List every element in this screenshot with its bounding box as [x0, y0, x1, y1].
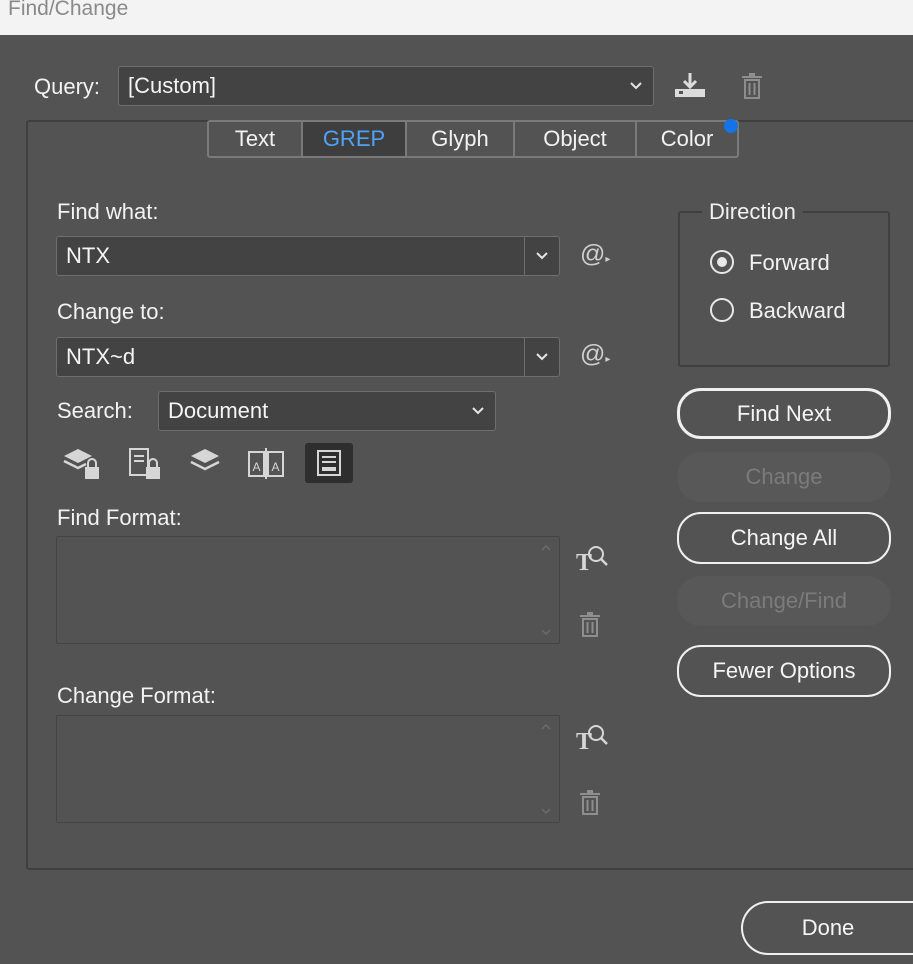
forward-label[interactable]: Forward [749, 250, 830, 276]
search-label: Search: [57, 398, 133, 423]
include-locked-stories-icon[interactable] [126, 446, 166, 482]
change-format-label: Change Format: [57, 683, 216, 708]
tab-bar: Text GREP Glyph Object Color [207, 120, 739, 158]
find-what-history-button[interactable] [524, 237, 559, 275]
query-value: [Custom] [128, 73, 217, 98]
find-format-label: Find Format: [57, 505, 182, 530]
change-find-button[interactable]: Change/Find [677, 576, 891, 626]
find-format-box[interactable] [56, 536, 560, 644]
tab-glyph[interactable]: Glyph [407, 122, 515, 156]
specify-change-format-icon[interactable]: T [574, 721, 610, 753]
find-what-label: Find what: [57, 199, 159, 224]
scroll-up-icon[interactable] [541, 724, 551, 730]
fewer-options-button[interactable]: Fewer Options [677, 645, 891, 697]
search-scope-select[interactable]: Document [158, 391, 496, 431]
direction-group [678, 211, 890, 367]
direction-legend: Direction [702, 199, 803, 225]
include-locked-layers-icon[interactable] [62, 446, 102, 482]
change-button[interactable]: Change [677, 452, 891, 502]
include-footnotes-icon [317, 450, 341, 476]
special-characters-change-icon[interactable]: @▸ [580, 340, 610, 369]
change-to-value: NTX~d [66, 344, 136, 369]
title-bar: Find/Change [0, 0, 913, 35]
tab-text[interactable]: Text [209, 122, 303, 156]
specify-find-format-icon[interactable]: T [574, 542, 610, 574]
clear-find-format-icon[interactable] [578, 612, 602, 638]
tab-object[interactable]: Object [515, 122, 637, 156]
chevron-down-icon [472, 407, 484, 415]
change-format-box[interactable] [56, 715, 560, 823]
tab-color[interactable]: Color [637, 122, 737, 156]
special-characters-find-icon[interactable]: @▸ [580, 240, 610, 269]
svg-text:A: A [252, 460, 260, 474]
trash-icon [742, 73, 762, 99]
chevron-down-icon [536, 353, 548, 361]
notification-dot [724, 119, 738, 133]
query-select[interactable]: [Custom] [118, 66, 654, 106]
change-to-field[interactable]: NTX~d [56, 337, 560, 377]
change-to-label: Change to: [57, 299, 165, 324]
tab-grep[interactable]: GREP [303, 122, 407, 156]
save-query-icon[interactable] [672, 70, 708, 100]
backward-label[interactable]: Backward [749, 298, 846, 324]
window-title: Find/Change [8, 0, 129, 20]
clear-change-format-icon[interactable] [578, 790, 602, 816]
backward-radio[interactable] [710, 298, 734, 322]
change-to-history-button[interactable] [524, 338, 559, 376]
include-master-pages-icon[interactable]: A A [246, 446, 286, 480]
scroll-up-icon[interactable] [541, 545, 551, 551]
find-what-field[interactable]: NTX [56, 236, 560, 276]
find-what-value: NTX [66, 243, 110, 268]
search-scope-value: Document [168, 398, 269, 423]
find-next-button[interactable]: Find Next [677, 388, 891, 439]
include-footnotes-button[interactable] [305, 443, 353, 483]
change-all-button[interactable]: Change All [677, 512, 891, 564]
done-button[interactable]: Done [741, 901, 913, 955]
svg-text:A: A [271, 460, 279, 474]
include-hidden-layers-icon[interactable] [188, 446, 224, 478]
chevron-down-icon [630, 82, 642, 90]
chevron-down-icon [536, 252, 548, 260]
query-label: Query: [34, 74, 101, 99]
scroll-down-icon[interactable] [541, 629, 551, 635]
scroll-down-icon[interactable] [541, 808, 551, 814]
forward-radio[interactable] [710, 250, 734, 274]
